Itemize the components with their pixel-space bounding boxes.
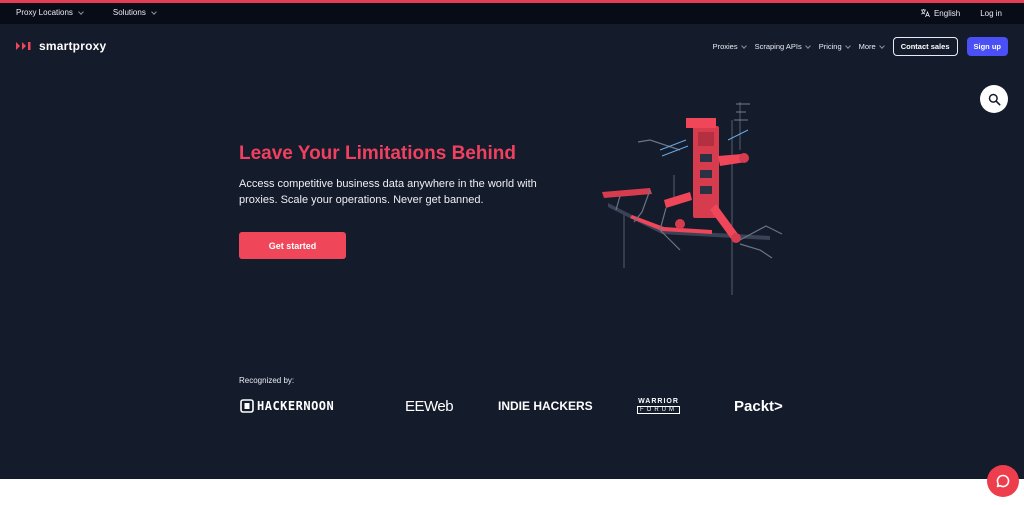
nav-pricing-label: Pricing — [818, 42, 842, 51]
chevron-down-icon — [804, 42, 811, 49]
chevron-down-icon — [78, 8, 84, 15]
contact-sales-button[interactable]: Contact sales — [892, 37, 958, 56]
solutions-label: Solutions — [112, 8, 146, 17]
solutions-menu[interactable]: Solutions — [112, 8, 157, 17]
main-nav: smartproxy Proxies Scraping APIs Pricing… — [0, 24, 1024, 68]
chevron-down-icon — [844, 42, 851, 49]
proxy-locations-menu[interactable]: Proxy Locations — [16, 8, 84, 17]
utility-bar-left: Proxy Locations Solutions — [16, 8, 157, 17]
translate-icon — [920, 9, 930, 18]
nav-pricing[interactable]: Pricing — [818, 42, 851, 51]
get-started-button[interactable]: Get started — [239, 232, 346, 259]
nav-more-label: More — [858, 42, 876, 51]
hackernoon-text: HACKERNOON — [257, 399, 335, 413]
chevron-down-icon — [151, 8, 157, 15]
language-label: English — [933, 8, 961, 18]
hackernoon-icon — [240, 399, 254, 413]
packt-logo: Packt> — [734, 394, 783, 418]
logo-icon — [16, 42, 31, 50]
utility-bar-right: English Log in — [920, 8, 1002, 18]
warrior-forum-logo: WARRIOR FORUM — [637, 394, 680, 418]
proxy-locations-label: Proxy Locations — [16, 8, 73, 17]
utility-bar: Proxy Locations Solutions English Log in — [0, 0, 1024, 24]
search-button[interactable] — [980, 85, 1008, 113]
brand-logo[interactable]: smartproxy — [16, 39, 106, 53]
recognized-logos: HACKERNOON EEWeb INDIE HACKERS WARRIOR F… — [239, 394, 799, 418]
indie-hackers-logo: INDIE HACKERS — [498, 394, 593, 418]
hackernoon-logo: HACKERNOON — [239, 394, 334, 418]
chevron-down-icon — [740, 42, 747, 49]
language-selector[interactable]: English — [920, 8, 960, 18]
eeweb-logo: EEWeb — [405, 394, 454, 418]
eeweb-text: EEWeb — [405, 397, 454, 415]
recognized-by-label: Recognized by: — [239, 376, 295, 385]
chat-icon — [996, 474, 1010, 488]
nav-scraping-apis-label: Scraping APIs — [754, 42, 802, 51]
login-label: Log in — [980, 8, 1002, 18]
search-icon — [988, 93, 1000, 105]
nav-proxies[interactable]: Proxies — [712, 42, 747, 51]
brand-name: smartproxy — [39, 39, 107, 53]
login-link[interactable]: Log in — [980, 9, 1002, 18]
indie-hackers-text: INDIE HACKERS — [498, 399, 593, 413]
chevron-down-icon — [878, 42, 885, 49]
forum-text: FORUM — [637, 406, 680, 414]
nav-proxies-label: Proxies — [712, 42, 738, 51]
warrior-text: WARRIOR — [638, 398, 679, 405]
hero-subtitle: Access competitive business data anywher… — [239, 178, 537, 206]
hero-section: smartproxy Proxies Scraping APIs Pricing… — [0, 24, 1024, 479]
nav-scraping-apis[interactable]: Scraping APIs — [754, 42, 811, 51]
content-below-fold — [0, 479, 1024, 505]
hero-title: Leave Your Limitations Behind — [239, 143, 516, 164]
sign-up-button[interactable]: Sign up — [966, 37, 1008, 56]
packt-text: Packt> — [734, 397, 783, 415]
robot-illustration — [602, 102, 783, 295]
nav-links: Proxies Scraping APIs Pricing More Conta… — [713, 37, 1008, 56]
chat-button[interactable] — [987, 465, 1019, 497]
nav-more[interactable]: More — [858, 42, 885, 51]
